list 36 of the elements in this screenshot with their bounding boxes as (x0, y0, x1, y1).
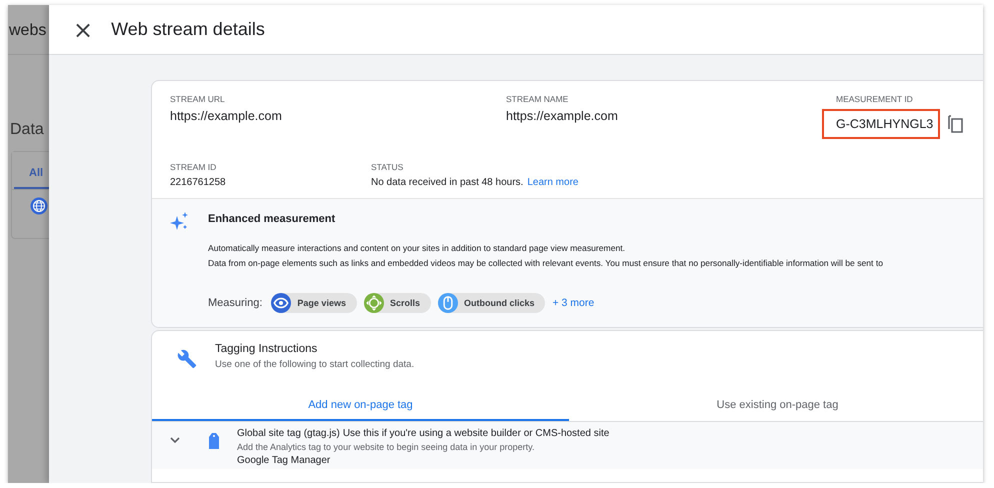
field-value: G-C3MLHYNGL3 (822, 109, 940, 139)
chip-label: Page views (297, 298, 346, 308)
copy-icon[interactable] (948, 115, 964, 133)
globe-icon (30, 197, 48, 215)
field-label: STREAM URL (170, 94, 226, 104)
option-title: Global site tag (gtag.js) (237, 428, 340, 439)
sparkle-icon (170, 212, 190, 232)
description-text: Data from on-page elements such as links and embedded videos may be collected with relevant events. You must ensure that no personally-identifiable information will be sent to (208, 257, 883, 270)
chevron-icon[interactable] (170, 437, 180, 444)
option-note: Use this if you're using a website builder or CMS-hosted site (342, 428, 610, 439)
filter-tab[interactable]: All (12, 152, 49, 190)
field-label: STATUS (371, 162, 404, 172)
panel-title: Web stream details (111, 19, 265, 40)
tab[interactable]: Use existing on-page tag (569, 389, 983, 421)
field-value: https://example.com (506, 109, 618, 123)
measuring-label: Measuring: (208, 297, 262, 309)
description-text: Automatically measure interactions and content on your sites in addition to standard page view measurement. (208, 242, 626, 255)
option-title: Google Tag Manager (237, 455, 330, 466)
field-label: STREAM ID (170, 162, 218, 172)
field-value: 2216761258 (170, 177, 226, 188)
chip-label: Scrolls (390, 298, 420, 308)
field-value: No data received in past 48 hours. (371, 177, 524, 188)
chip-label: Outbound clicks (464, 298, 534, 308)
section-title: Tagging Instructions (215, 343, 318, 355)
field-value: https://example.com (170, 109, 282, 123)
section-subtitle: Use one of the following to start collecting data. (215, 359, 414, 370)
section-title: Enhanced measurement (208, 213, 336, 225)
page-title: webs (9, 22, 46, 39)
section-title: Data (10, 121, 45, 139)
tag-icon (208, 432, 220, 450)
close-button[interactable]: × (69, 18, 98, 42)
wrench-icon (177, 349, 197, 369)
learn-more-link[interactable]: Learn more (527, 177, 578, 188)
field-label: MEASUREMENT ID (836, 94, 914, 104)
option-description: Add the Analytics tag to your website to begin seeing data in your property. (237, 442, 536, 452)
more-link[interactable]: + 3 more (552, 297, 594, 309)
